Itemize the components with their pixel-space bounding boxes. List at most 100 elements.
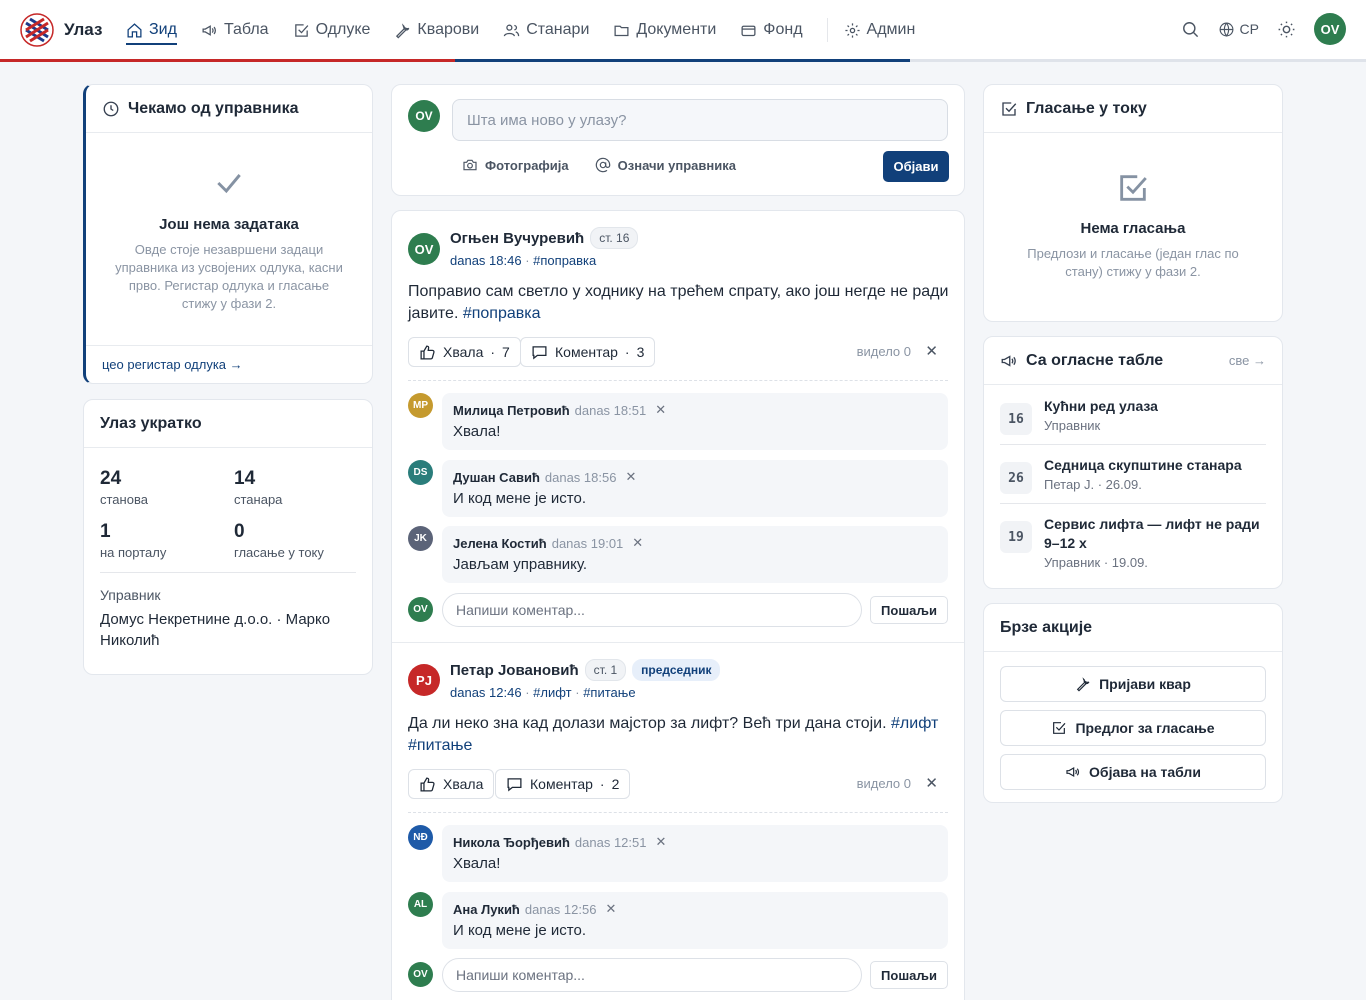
comment-bubble: Јелена Костић danas 19:01 ✕ Јављам управ… [442, 526, 948, 583]
comment-time: danas 12:51 [574, 834, 647, 850]
topbar-actions: СР OV [1181, 13, 1346, 45]
send-comment-button[interactable]: Пошаљи [870, 961, 948, 989]
nav-item-label: Админ [866, 21, 916, 38]
comment-bubble: Ана Лукић danas 12:56 ✕ И код мене је ис… [442, 892, 948, 949]
dismiss-post-button[interactable]: ✕ [925, 342, 938, 360]
nav-item-decisions[interactable]: Одлуке [293, 0, 371, 60]
delete-comment-button[interactable]: ✕ [605, 901, 616, 917]
like-button[interactable]: Хвала [408, 769, 495, 799]
comment-input[interactable] [442, 593, 862, 627]
stat-residents: 14 станара [234, 468, 368, 507]
comment-button[interactable]: Коментар · 2 [495, 769, 631, 799]
megaphone-icon [1066, 766, 1080, 778]
composer-avatar: OV [408, 100, 440, 132]
board-item-sub: Петар Ј. · 26.09. [1044, 477, 1142, 492]
comment-time: danas 18:51 [574, 402, 647, 418]
separator-dot: · [490, 344, 496, 360]
board-title: Са огласне табле [1026, 351, 1164, 369]
nav-item-board[interactable]: Табла [201, 0, 269, 60]
board-item[interactable]: 26 Седница скупштине станара Петар Ј. · … [1000, 444, 1266, 494]
main-nav: Зид Табла Одлуке Кварови Станари Докумен… [126, 0, 939, 60]
post-tag[interactable]: #лифт [533, 685, 571, 700]
delete-comment-button[interactable]: ✕ [632, 535, 643, 551]
nav-item-label: Одлуке [315, 21, 371, 38]
sun-icon [1278, 21, 1295, 37]
brand-logo-icon [20, 13, 54, 47]
post-tag[interactable]: #поправка [533, 253, 596, 268]
language-switcher[interactable]: СР [1218, 21, 1259, 38]
thumbs-up-icon [420, 344, 435, 360]
nav-item-fund[interactable]: Фонд [740, 0, 803, 60]
comment-bubble: Никола Ђорђевић danas 12:51 ✕ Хвала! [442, 825, 948, 882]
user-avatar[interactable]: OV [1314, 13, 1346, 45]
comment-time: danas 12:56 [524, 901, 597, 917]
comment-author[interactable]: Ана Лукић [453, 902, 520, 917]
nav-item-residents[interactable]: Станари [503, 0, 589, 60]
theme-toggle[interactable] [1277, 20, 1296, 39]
comment-head: Никола Ђорђевић danas 12:51 ✕ [453, 834, 937, 850]
post-actions: Хвала · 7 Коментар · 3 видело 0 ✕ [408, 337, 948, 367]
summary-title: Улаз укратко [100, 414, 202, 432]
post-author[interactable]: Огњен Вучуревић [450, 230, 584, 247]
delete-comment-button[interactable]: ✕ [625, 469, 636, 485]
stat-value: 14 [234, 468, 256, 489]
mention-manager-button[interactable]: Означи управника [595, 157, 736, 173]
wrench-icon [1076, 677, 1090, 692]
at-sign-icon [595, 157, 610, 173]
nav-item-faults[interactable]: Кварови [394, 0, 479, 60]
board-see-all-link[interactable]: све → [1229, 353, 1266, 368]
quick-action-label: Објава на табли [1089, 764, 1201, 780]
post-author[interactable]: Петар Јовановић [450, 662, 579, 679]
stat-apartments: 24 станова [100, 468, 234, 507]
summary-card-header: Улаз укратко [84, 400, 372, 448]
delete-comment-button[interactable]: ✕ [655, 402, 666, 418]
board-post-button[interactable]: Објава на табли [1000, 754, 1266, 790]
stat-on-portal: 1 на порталу [100, 521, 234, 560]
send-comment-button[interactable]: Пошаљи [870, 596, 948, 624]
post-subline: danas 18:46 · #поправка [450, 253, 638, 268]
propose-vote-button[interactable]: Предлог за гласање [1000, 710, 1266, 746]
nav-item-documents[interactable]: Документи [613, 0, 716, 60]
publish-button[interactable]: Објави [883, 151, 949, 182]
post-time: danas 12:46 [450, 685, 522, 700]
decisions-register-link[interactable]: цео регистар одлука → [86, 345, 372, 383]
comment-bubble: Душан Савић danas 18:56 ✕ И код мене је … [442, 460, 948, 517]
comment-author[interactable]: Јелена Костић [453, 536, 547, 551]
report-fault-button[interactable]: Пријави квар [1000, 666, 1266, 702]
comment-avatar: NĐ [408, 825, 433, 850]
dismiss-post-button[interactable]: ✕ [925, 774, 938, 792]
comment-avatar: MP [408, 393, 433, 418]
comment-author[interactable]: Милица Петровић [453, 403, 570, 418]
comment-button[interactable]: Коментар · 3 [520, 337, 656, 367]
nav-item-label: Кварови [417, 21, 480, 38]
comment-text: Јављам управнику. [453, 556, 588, 573]
board-item[interactable]: 16 Кућни ред улаза Управник [1000, 385, 1266, 435]
nav-item-label: Табла [223, 21, 269, 38]
post-body-tags[interactable]: #поправка [463, 305, 541, 322]
search-button[interactable] [1181, 20, 1200, 39]
stat-value: 24 [100, 468, 122, 489]
comment-author[interactable]: Душан Савић [453, 470, 540, 485]
comment-composer: OV Пошаљи [408, 958, 948, 992]
check-square-icon [1120, 175, 1147, 201]
megaphone-icon [1001, 354, 1016, 367]
brand[interactable]: Улаз [20, 13, 102, 47]
board-item[interactable]: 19 Сервис лифта — лифт не ради 9–12 х Уп… [1000, 503, 1266, 570]
nav-item-wall[interactable]: Зид [126, 0, 177, 60]
camera-icon [463, 159, 477, 171]
separator-dot: · [525, 253, 534, 268]
add-photo-button[interactable]: Фотографија [462, 157, 569, 173]
top-navbar: Улаз Зид Табла Одлуке Кварови Станари До… [0, 0, 1366, 60]
new-post-input[interactable] [452, 99, 948, 141]
comment-text: Хвала! [453, 423, 501, 440]
votes-card-header: Гласање у току [984, 85, 1282, 133]
comment-author[interactable]: Никола Ђорђевић [453, 835, 570, 850]
post-subline: danas 12:46 · #лифт · #питање [450, 685, 720, 700]
like-button[interactable]: Хвала · 7 [408, 337, 521, 367]
post-tag[interactable]: #питање [583, 685, 635, 700]
nav-item-label: Станари [526, 21, 590, 38]
comment-input[interactable] [442, 958, 862, 992]
delete-comment-button[interactable]: ✕ [656, 834, 667, 850]
divider [408, 812, 948, 813]
nav-item-admin[interactable]: Админ [844, 0, 916, 60]
